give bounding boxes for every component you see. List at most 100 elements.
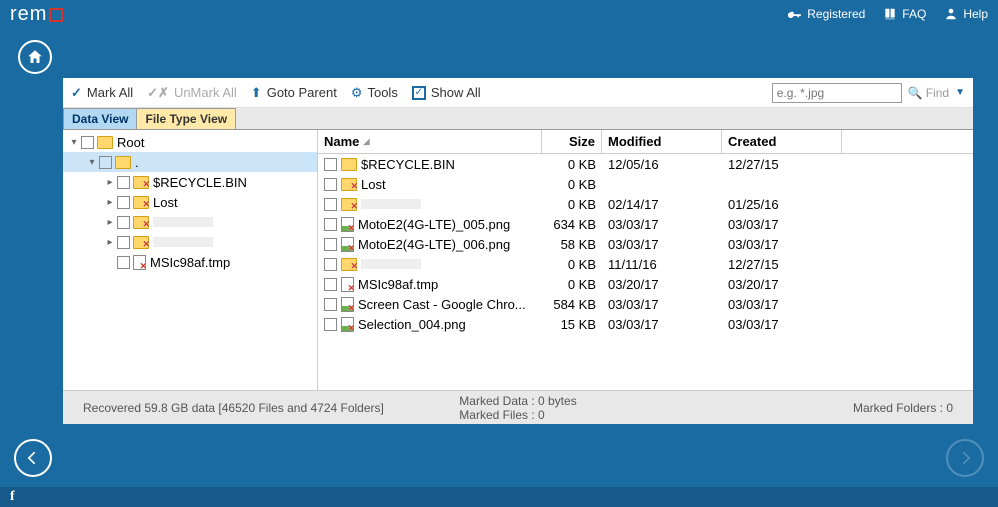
file-created: 03/03/17 [722,317,842,332]
faq-button[interactable]: FAQ [883,7,926,21]
search-area: 🔍 Find ▼ [772,83,965,103]
tree-item[interactable]: ▸ [63,232,317,252]
checkbox[interactable] [324,298,337,311]
checkbox[interactable] [324,238,337,251]
logo: rem [10,3,63,26]
checkbox[interactable] [117,196,130,209]
tree-item-label: MSIc98af.tmp [150,255,230,270]
file-created: 03/03/17 [722,217,842,232]
tree-item-label [153,237,213,247]
checkbox[interactable] [324,218,337,231]
unmark-all-button[interactable]: ✓✗ UnMark All [147,85,237,101]
arrow-right-icon [955,448,975,468]
expand-toggle[interactable]: ▸ [103,197,117,208]
checkbox[interactable] [117,256,130,269]
expand-toggle[interactable]: ▸ [103,177,117,188]
folder-deleted-icon [133,236,149,249]
tree-item[interactable]: ▸ $RECYCLE.BIN [63,172,317,192]
file-modified: 03/20/17 [602,277,722,292]
search-dropdown-button[interactable]: ▼ [955,87,965,98]
checkbox[interactable] [99,156,112,169]
search-input[interactable] [772,83,902,103]
list-row[interactable]: MotoE2(4G-LTE)_006.png58 KB03/03/1703/03… [318,234,973,254]
goto-parent-button[interactable]: ⬆ Goto Parent [251,85,337,101]
tree-item-label: . [135,155,139,170]
folder-deleted-icon [341,198,357,211]
file-name: Screen Cast - Google Chro... [358,297,526,312]
column-modified[interactable]: Modified [602,130,722,153]
tab-file-type-view[interactable]: File Type View [136,108,236,129]
status-recovered: Recovered 59.8 GB data [46520 Files and … [83,401,384,415]
list-row[interactable]: Lost 0 KB [318,174,973,194]
file-created: 12/27/15 [722,157,842,172]
arrow-left-icon [23,448,43,468]
find-button[interactable]: 🔍 Find [908,86,949,100]
home-button[interactable] [18,40,52,74]
checkbox[interactable] [324,318,337,331]
expand-toggle[interactable]: ▾ [85,157,99,168]
expand-toggle[interactable]: ▾ [67,137,81,148]
footer: f [0,487,998,507]
checkbox[interactable] [117,176,130,189]
back-button[interactable] [14,439,52,477]
file-size: 634 KB [542,217,602,232]
image-file-deleted-icon [341,297,354,312]
file-name [361,259,421,269]
list-row[interactable]: 0 KB11/11/1612/27/15 [318,254,973,274]
checkbox[interactable] [81,136,94,149]
tree-item[interactable]: ▸Lost [63,192,317,212]
folder-deleted-icon [133,176,149,189]
file-modified: 11/11/16 [602,257,722,272]
status-marked-data: Marked Data : 0 bytes [459,394,576,408]
tree-item-label: Root [117,135,144,150]
checkbox[interactable] [117,236,130,249]
list-row[interactable]: Selection_004.png15 KB03/03/1703/03/17 [318,314,973,334]
tree-item[interactable]: ▾ Root [63,132,317,152]
key-icon [788,7,802,21]
show-all-label: Show All [431,85,481,100]
file-name: $RECYCLE.BIN [361,157,455,172]
tree-item[interactable]: MSIc98af.tmp [63,252,317,272]
tree-item[interactable]: ▾. [63,152,317,172]
checkbox[interactable] [324,158,337,171]
file-name [361,199,421,209]
file-size: 0 KB [542,277,602,292]
checkbox[interactable] [117,216,130,229]
up-arrow-icon: ⬆ [251,85,262,101]
tree-item-label: $RECYCLE.BIN [153,175,247,190]
folder-icon [97,136,113,149]
image-file-deleted-icon [341,317,354,332]
expand-toggle[interactable]: ▸ [103,217,117,228]
tools-button[interactable]: ⚙ Tools [351,85,398,101]
file-size: 584 KB [542,297,602,312]
checkbox[interactable] [324,198,337,211]
file-name: MSIc98af.tmp [358,277,438,292]
registered-button[interactable]: Registered [788,7,865,21]
list-row[interactable]: MotoE2(4G-LTE)_005.png634 KB03/03/1703/0… [318,214,973,234]
show-all-button[interactable]: ✓ Show All [412,85,481,100]
expand-toggle[interactable]: ▸ [103,237,117,248]
column-created[interactable]: Created [722,130,842,153]
column-name[interactable]: Name◢ [318,130,542,153]
checkbox[interactable] [324,178,337,191]
list-row[interactable]: 0 KB02/14/1701/25/16 [318,194,973,214]
file-size: 0 KB [542,177,602,192]
folder-deleted-icon [341,178,357,191]
status-marked-folders: Marked Folders : 0 [853,401,953,415]
gear-icon: ⚙ [351,85,363,101]
tab-data-view[interactable]: Data View [63,108,137,129]
file-list[interactable]: Name◢ Size Modified Created $RECYCLE.BIN… [318,130,973,390]
checkbox[interactable] [324,278,337,291]
list-row[interactable]: Screen Cast - Google Chro...584 KB03/03/… [318,294,973,314]
checkbox[interactable] [324,258,337,271]
tree-item[interactable]: ▸ [63,212,317,232]
help-button[interactable]: Help [944,7,988,21]
mark-all-button[interactable]: ✓ Mark All [71,85,133,101]
list-row[interactable]: $RECYCLE.BIN0 KB12/05/1612/27/15 [318,154,973,174]
list-row[interactable]: MSIc98af.tmp0 KB03/20/1703/20/17 [318,274,973,294]
file-created: 03/20/17 [722,277,842,292]
facebook-icon[interactable]: f [10,489,15,505]
folder-tree[interactable]: ▾Root▾.▸$RECYCLE.BIN▸Lost▸▸MSIc98af.tmp [63,130,318,390]
column-size[interactable]: Size [542,130,602,153]
file-name: Lost [361,177,386,192]
